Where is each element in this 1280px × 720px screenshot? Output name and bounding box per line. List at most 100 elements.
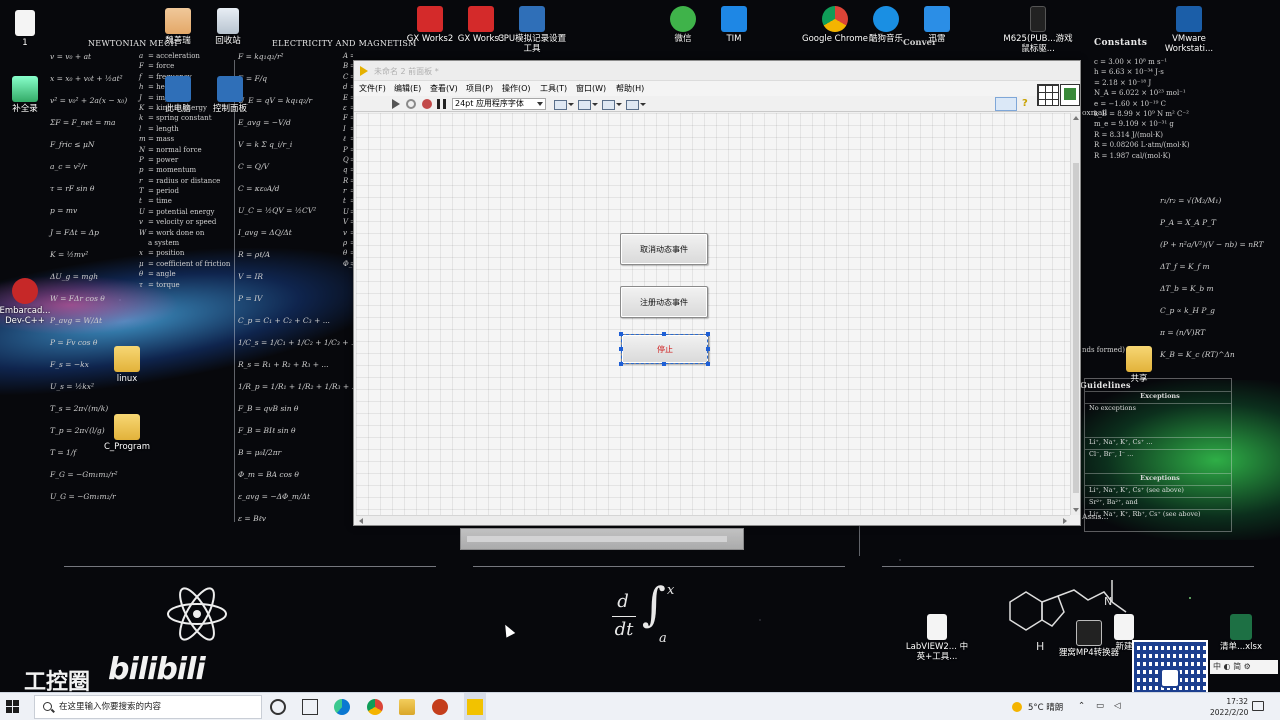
network-icon[interactable]: ▭ bbox=[1096, 701, 1104, 711]
weather-sun-icon bbox=[1012, 702, 1022, 712]
devcpp-icon bbox=[12, 278, 38, 304]
horizontal-scrollbar[interactable] bbox=[356, 515, 1070, 525]
scrollbar-thumb[interactable] bbox=[1073, 163, 1079, 493]
scroll-left-icon[interactable] bbox=[359, 518, 363, 524]
menu-edit[interactable]: 编辑(E) bbox=[394, 83, 421, 94]
desktop-icon-this-pc[interactable]: 此电脑 bbox=[143, 76, 213, 114]
abort-icon[interactable] bbox=[422, 99, 432, 109]
wechat-icon bbox=[670, 6, 696, 32]
fraction-bar bbox=[612, 616, 636, 617]
menu-help[interactable]: 帮助(H) bbox=[616, 83, 644, 94]
cpu-tool-icon bbox=[519, 6, 545, 32]
wallpaper-divider-right bbox=[882, 566, 1254, 567]
labview-icon[interactable] bbox=[467, 699, 483, 715]
chrome-icon[interactable] bbox=[367, 699, 383, 715]
desktop-icon-tim[interactable]: TIM bbox=[699, 6, 769, 44]
desktop-icon-labview-installer[interactable]: LabVIEW2... 中英+工具... bbox=[902, 614, 972, 662]
labview-front-panel-window[interactable]: 未命名 2 前面板 * 文件(F) 编辑(E) 查看(V) 项目(P) 操作(O… bbox=[353, 60, 1081, 526]
folder-icon bbox=[114, 346, 140, 372]
help-icon[interactable]: ? bbox=[1022, 98, 1028, 109]
desktop-icon-devcpp[interactable]: Embarcad... Dev-C++ bbox=[0, 278, 60, 326]
vi-icon[interactable] bbox=[1060, 84, 1080, 106]
powerpoint-icon[interactable] bbox=[432, 699, 448, 715]
notification-icon[interactable] bbox=[1252, 701, 1264, 711]
menu-operate[interactable]: 操作(O) bbox=[502, 83, 531, 94]
background-window-strip bbox=[460, 528, 744, 550]
file-icon bbox=[927, 614, 947, 640]
run-continuously-icon[interactable] bbox=[406, 99, 416, 109]
desktop-icon-thunder[interactable]: 迅雷 bbox=[902, 6, 972, 44]
integral-upper-limit: x bbox=[667, 583, 675, 598]
register-dynamic-event-button[interactable]: 注册动态事件 bbox=[620, 286, 708, 318]
search-icon bbox=[43, 702, 52, 711]
chevron-down-icon bbox=[537, 102, 543, 106]
ime-toolbar[interactable]: 中 ◐ 简 ⚙ bbox=[1210, 660, 1278, 674]
desktop-icon-vmware[interactable]: VMware Workstati... bbox=[1154, 6, 1224, 54]
windows-start-icon[interactable] bbox=[6, 700, 20, 714]
desktop-icon-xlsx[interactable]: 清单...xlsx bbox=[1206, 614, 1276, 652]
vertical-scrollbar[interactable] bbox=[1070, 113, 1080, 515]
window-title: 未命名 2 前面板 * bbox=[374, 67, 439, 76]
taskbar-search-input[interactable]: 在这里输入你要搜索的内容 bbox=[34, 695, 262, 719]
document-icon bbox=[12, 76, 38, 102]
scroll-right-icon[interactable] bbox=[1063, 518, 1067, 524]
recycle-bin-icon bbox=[217, 8, 239, 34]
resize-handle[interactable] bbox=[706, 347, 710, 351]
scroll-up-icon[interactable] bbox=[1073, 116, 1079, 120]
edge-icon[interactable] bbox=[334, 699, 350, 715]
file-icon bbox=[1114, 614, 1134, 640]
menu-file[interactable]: 文件(F) bbox=[359, 83, 386, 94]
guidelines-row-4: Li⁺, Na⁺, K⁺, Cs⁺ (see above) bbox=[1085, 485, 1231, 494]
reorder-icon[interactable] bbox=[626, 99, 646, 110]
atom-icon bbox=[167, 587, 227, 641]
front-panel-canvas[interactable]: 取消动态事件 注册动态事件 停止 bbox=[356, 113, 1070, 515]
resize-handle[interactable] bbox=[619, 347, 623, 351]
connector-pane-icon[interactable] bbox=[1037, 84, 1059, 106]
menu-tools[interactable]: 工具(T) bbox=[540, 83, 567, 94]
run-icon[interactable] bbox=[392, 99, 400, 109]
search-icon[interactable] bbox=[995, 97, 1017, 111]
weather-text[interactable]: 5°C 晴朗 bbox=[1028, 701, 1063, 713]
desktop-icon-mouse-driver[interactable]: M625(PUB...游戏鼠标驱... bbox=[1003, 6, 1073, 54]
taskbar-clock[interactable]: 17:32 2022/2/20 bbox=[1210, 696, 1248, 718]
resize-objects-icon[interactable] bbox=[602, 99, 622, 110]
distribute-objects-icon[interactable] bbox=[578, 99, 598, 110]
resize-handle[interactable] bbox=[662, 362, 666, 366]
scroll-down-icon[interactable] bbox=[1073, 508, 1079, 512]
pause-icon[interactable] bbox=[437, 99, 446, 109]
tray-chevron-icon[interactable]: ⌃ bbox=[1078, 701, 1085, 711]
resize-handle[interactable] bbox=[619, 332, 623, 336]
desktop-icon-linux[interactable]: linux bbox=[92, 346, 162, 384]
computer-icon bbox=[165, 76, 191, 102]
gx-works-icon bbox=[468, 6, 494, 32]
task-view-icon[interactable] bbox=[302, 699, 318, 715]
desktop-icon-c-program[interactable]: C_Program bbox=[92, 414, 162, 452]
wallpaper-chem-formulas: r₁/r₂ = √(M₂/M₁) P_A = X_A P_T (P + n²a/V… bbox=[1160, 196, 1264, 359]
font-select[interactable]: 24pt 应用程序字体 bbox=[452, 98, 546, 110]
desktop-icon-buquanlu[interactable]: 补全录 bbox=[0, 76, 60, 114]
chrome-icon bbox=[822, 6, 848, 32]
integral-sign: ∫ bbox=[642, 577, 666, 631]
window-titlebar[interactable]: 未命名 2 前面板 * bbox=[354, 61, 1080, 81]
desktop-icon-shared[interactable]: 共享 bbox=[1104, 346, 1174, 384]
desktop-icon-cpu-tool[interactable]: CPU模拟记录设置工具 bbox=[497, 6, 567, 54]
resize-handle[interactable] bbox=[662, 332, 666, 336]
desktop-icon-1[interactable]: 1 bbox=[0, 10, 60, 48]
menu-project[interactable]: 项目(P) bbox=[466, 83, 493, 94]
resize-handle[interactable] bbox=[706, 332, 710, 336]
cortana-icon[interactable] bbox=[270, 699, 286, 715]
resize-handle[interactable] bbox=[619, 362, 623, 366]
menu-window[interactable]: 窗口(W) bbox=[576, 83, 606, 94]
partial-label-assis: Assis... bbox=[1082, 512, 1109, 521]
menu-view[interactable]: 查看(V) bbox=[430, 83, 458, 94]
thunder-icon bbox=[924, 6, 950, 32]
user-folder-icon bbox=[165, 8, 191, 34]
desktop-icon-recycle-bin[interactable]: 回收站 bbox=[193, 8, 263, 46]
resize-handle[interactable] bbox=[706, 362, 710, 366]
wallpaper-em-formulas: F = kq₁q₂/r² E = F/q U_E = qV = kq₁q₂/r E_… bbox=[238, 52, 359, 523]
file-explorer-icon[interactable] bbox=[399, 699, 415, 715]
guidelines-row-1: No exceptions bbox=[1085, 403, 1231, 412]
volume-icon[interactable]: ◁ bbox=[1114, 701, 1121, 711]
align-objects-icon[interactable] bbox=[554, 99, 574, 110]
cancel-dynamic-event-button[interactable]: 取消动态事件 bbox=[620, 233, 708, 265]
